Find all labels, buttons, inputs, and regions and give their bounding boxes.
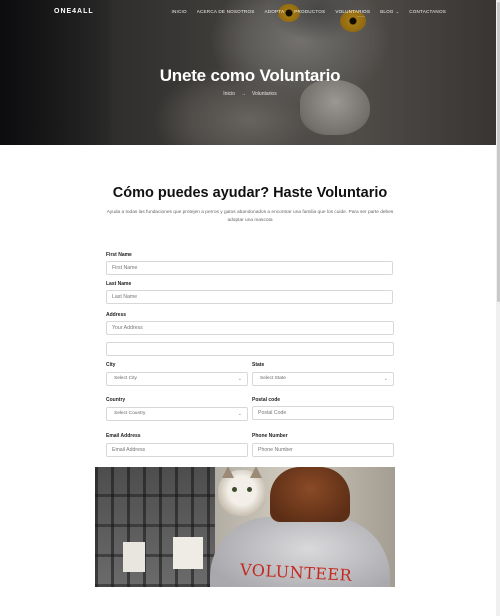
kitten-ear [222, 467, 234, 478]
country-select-value: Select Country [114, 411, 146, 416]
nav-item-contactanos[interactable]: CONTACTANOS [409, 9, 446, 14]
top-navbar: ONE4ALL INICIO ACERCA DE NOSOTROS ADOPTA… [0, 0, 500, 24]
state-label: State [252, 362, 265, 368]
active-nav-underline: ~~~~ [357, 15, 366, 19]
last-name-field[interactable] [106, 290, 393, 304]
cage-card [123, 542, 145, 572]
email-label: Email Address [106, 433, 141, 439]
address-label: Address [106, 312, 127, 318]
kitten-ear [250, 467, 262, 478]
scrollbar-thumb[interactable] [496, 2, 500, 302]
state-select[interactable]: Select State ⌄ [252, 372, 394, 386]
section-title: Cómo puedes ayudar? Haste Voluntario [112, 185, 388, 201]
first-name-field[interactable] [106, 261, 393, 275]
breadcrumb: Inicio → Voluntarios [0, 91, 500, 97]
country-label: Country [106, 397, 126, 403]
nav-item-acerca[interactable]: ACERCA DE NOSOTROS [197, 9, 255, 14]
email-field[interactable] [106, 443, 248, 457]
city-select-value: Select City [114, 376, 137, 381]
address-line2-field[interactable] [106, 342, 394, 356]
breadcrumb-home[interactable]: Inicio [223, 91, 235, 97]
cage-card [173, 537, 203, 569]
postal-code-field[interactable] [252, 406, 394, 420]
state-select-value: Select State [260, 376, 286, 381]
phone-field[interactable] [252, 443, 394, 457]
breadcrumb-current: Voluntarios [251, 91, 277, 97]
main-menu: INICIO ACERCA DE NOSOTROS ADOPTA PRODUCT… [172, 9, 446, 14]
nav-item-blog-label: BLOG [380, 9, 394, 14]
last-name-label: Last Name [106, 281, 132, 287]
hero-banner: ONE4ALL INICIO ACERCA DE NOSOTROS ADOPTA… [0, 0, 500, 145]
site-logo[interactable]: ONE4ALL [54, 8, 94, 15]
section-description: Ayuda a todas las fundaciones que protej… [106, 210, 394, 223]
page-scrollbar[interactable] [496, 0, 500, 616]
page-title: Unete como Voluntario [159, 66, 341, 85]
chevron-down-icon: ⌄ [237, 411, 242, 417]
nav-item-adopta[interactable]: ADOPTA [264, 9, 284, 14]
arrow-right-icon: → [240, 91, 246, 97]
cages-background [95, 467, 215, 587]
nav-item-blog[interactable]: BLOG ⌄ [380, 9, 399, 14]
city-label: City [106, 362, 116, 368]
nav-item-productos[interactable]: PRODUCTOS [294, 9, 325, 14]
chevron-down-icon: ⌄ [395, 9, 400, 14]
kitten-eye [232, 487, 237, 492]
chevron-down-icon: ⌄ [237, 376, 242, 382]
kitten-image [218, 467, 266, 516]
chevron-down-icon: ⌄ [383, 376, 388, 382]
nav-item-inicio[interactable]: INICIO [172, 9, 187, 14]
address-field[interactable] [106, 321, 394, 335]
postal-code-label: Postal code [252, 397, 281, 403]
first-name-label: First Name [106, 252, 132, 258]
phone-label: Phone Number [252, 433, 288, 439]
country-select[interactable]: Select Country ⌄ [106, 407, 248, 421]
nav-item-voluntarios[interactable]: VOLUNTARIOS [335, 9, 370, 14]
kitten-eye [247, 487, 252, 492]
volunteer-photo: VOLUNTEER [95, 467, 395, 587]
volunteer-hair [270, 467, 350, 522]
city-select[interactable]: Select City ⌄ [106, 372, 248, 386]
